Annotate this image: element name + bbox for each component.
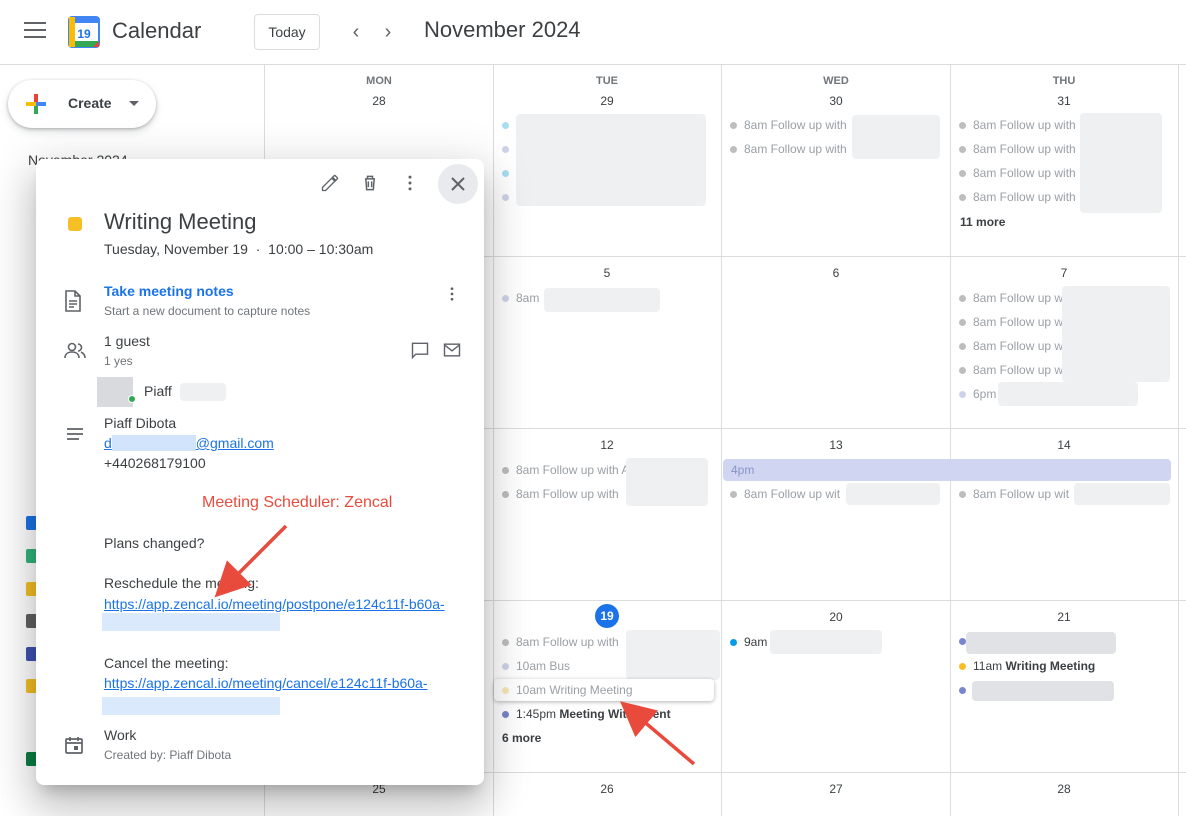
arrow-to-calendar-event — [619, 701, 696, 766]
arrow-to-reschedule-link — [214, 524, 288, 598]
annotation-arrows — [214, 524, 696, 766]
